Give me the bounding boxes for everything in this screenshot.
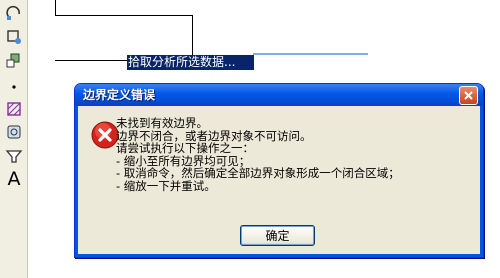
hatch-icon[interactable]: [3, 98, 25, 120]
close-button[interactable]: [459, 86, 478, 105]
table-icon[interactable]: [3, 145, 25, 167]
message-line: 未找到有效边界。: [116, 116, 208, 130]
drawing-line-mid: [55, 60, 127, 61]
selection-preview-line: [253, 53, 368, 55]
close-icon: [464, 91, 473, 100]
draw-toolbar: A: [0, 0, 28, 278]
insert-block-icon[interactable]: [3, 50, 25, 72]
message-line: - 取消命令，然后确定全部边界对象形成一个闭合区域；: [116, 166, 400, 180]
message-line: - 缩放一下并重试。: [116, 178, 216, 193]
dialog-body: 未找到有效边界。 边界不闭合，或者边界对象不可访问。 请尝试执行以下操作之一： - 缩…: [78, 106, 480, 254]
command-hint: 拾取分析所选数据...: [127, 55, 254, 70]
drawing-line-right: [192, 15, 193, 55]
region-icon[interactable]: [3, 121, 25, 143]
drawing-line-top: [55, 15, 192, 16]
dialog-message: 未找到有效边界。 边界不闭合，或者边界对象不可访问。 请尝试执行以下操作之一： - 缩…: [116, 117, 400, 192]
message-line: 请尝试执行以下操作之一：: [116, 141, 254, 155]
point-icon[interactable]: [3, 76, 25, 98]
dialog-bottom-edge: [75, 254, 483, 257]
dialog-titlebar[interactable]: 边界定义错误: [75, 84, 483, 106]
polygon-tool-icon[interactable]: [3, 26, 25, 48]
text-tool-icon[interactable]: A: [3, 168, 25, 190]
dialog-title: 边界定义错误: [83, 88, 156, 102]
drawing-line-left: [55, 0, 56, 15]
ok-button[interactable]: 确定: [240, 225, 315, 246]
boundary-error-dialog: 边界定义错误 未找到有效边界。 边界不闭合，或者边界对象不可访问。 请尝试执行以下操…: [74, 83, 484, 258]
arc-tool-icon[interactable]: [3, 2, 25, 24]
